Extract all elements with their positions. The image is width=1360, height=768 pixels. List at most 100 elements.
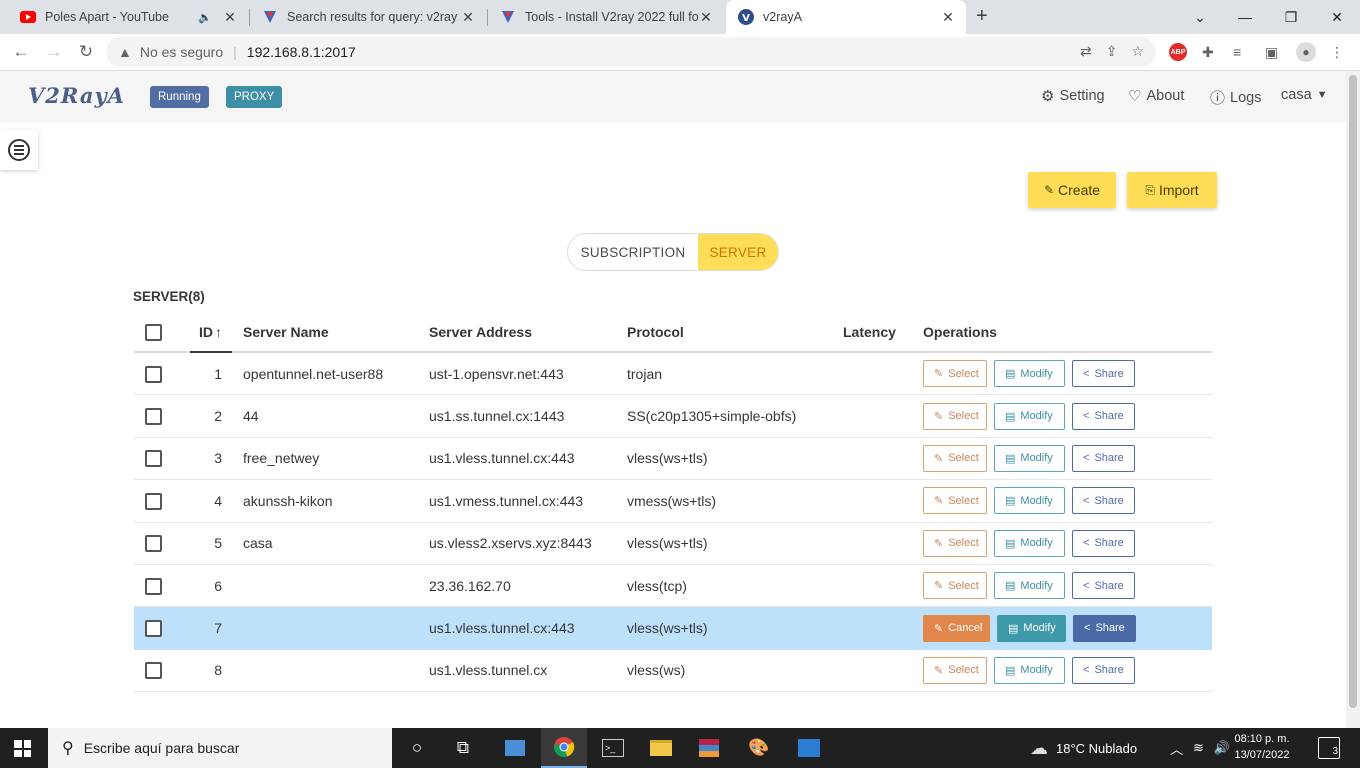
volume-icon[interactable]: 🔊 xyxy=(1214,740,1230,756)
back-icon[interactable]: ← xyxy=(9,40,33,64)
modify-button[interactable]: ▤ Modify xyxy=(994,444,1065,472)
adblock-icon[interactable]: ABP xyxy=(1169,42,1187,62)
cortana-icon[interactable]: ○ xyxy=(394,728,440,768)
weather-widget[interactable]: ☁ 18°C Nublado xyxy=(1030,728,1137,768)
share-button[interactable]: < Share xyxy=(1072,487,1135,515)
select-all-checkbox[interactable] xyxy=(145,323,162,341)
table-row[interactable]: 1 opentunnel.net-user88 ust-1.opensvr.ne… xyxy=(134,353,1212,396)
chrome-icon[interactable] xyxy=(541,728,587,768)
select-button[interactable]: ✎ Select xyxy=(923,360,987,388)
tab-youtube[interactable]: Poles Apart - YouTube 🔈 ✕ xyxy=(8,0,248,34)
table-row[interactable]: 2 44 us1.ss.tunnel.cx:1443 SS(c20p1305+s… xyxy=(134,395,1212,438)
modify-button[interactable]: ▤ Modify xyxy=(994,656,1065,684)
share-button[interactable]: < Share xyxy=(1072,402,1135,430)
close-tab-icon[interactable]: ✕ xyxy=(698,9,714,26)
tab-v2raya[interactable]: V v2rayA ✕ xyxy=(726,0,966,34)
paint-icon[interactable]: 🎨 xyxy=(736,728,782,768)
status-badge[interactable]: Running xyxy=(150,86,209,108)
extensions-icon[interactable]: ✚ xyxy=(1202,42,1214,62)
url-text[interactable]: 192.168.8.1:2017 xyxy=(247,44,356,60)
new-tab-icon[interactable]: + xyxy=(976,5,988,28)
warning-icon[interactable]: ▲ xyxy=(118,44,132,60)
bookmark-star-icon[interactable]: ☆ xyxy=(1131,43,1144,60)
row-checkbox[interactable] xyxy=(145,450,162,468)
row-checkbox[interactable] xyxy=(145,365,162,383)
modify-button[interactable]: ▤ Modify xyxy=(994,402,1065,430)
taskbar-clock[interactable]: 08:10 p. m. 13/07/2022 xyxy=(1232,731,1292,763)
row-checkbox[interactable] xyxy=(145,662,162,680)
windows-start-icon[interactable] xyxy=(14,740,31,757)
profile-avatar[interactable]: ● xyxy=(1296,42,1316,62)
tab-search-results[interactable]: Search results for query: v2ray | F ✕ xyxy=(250,0,486,34)
notifications-icon[interactable]: 3 xyxy=(1318,737,1340,759)
table-row[interactable]: 3 free_netwey us1.vless.tunnel.cx:443 vl… xyxy=(134,438,1212,481)
user-menu[interactable]: casa ▼ xyxy=(1281,87,1328,103)
header-latency[interactable]: Latency xyxy=(843,312,896,351)
row-checkbox[interactable] xyxy=(145,408,162,426)
modify-button[interactable]: ▤ Modify xyxy=(997,614,1066,642)
table-row[interactable]: 5 casa us.vless2.xservs.xyz:8443 vless(w… xyxy=(134,523,1212,565)
task-view-icon[interactable]: ⧉ xyxy=(440,728,486,768)
header-server-name[interactable]: Server Name xyxy=(243,312,329,351)
modify-button[interactable]: ▤ Modify xyxy=(994,360,1065,388)
forward-icon[interactable]: → xyxy=(42,40,66,64)
table-row[interactable]: 6 23.36.162.70 vless(tcp) ✎ Select ▤ Modif… xyxy=(134,565,1212,608)
share-button[interactable]: < Share xyxy=(1072,572,1135,600)
reload-icon[interactable]: ↻ xyxy=(74,40,98,64)
taskbar-search[interactable]: ⚲ Escribe aquí para buscar xyxy=(48,728,392,768)
close-tab-icon[interactable]: ✕ xyxy=(940,9,956,26)
tab-server[interactable]: SERVER xyxy=(698,234,778,270)
minimize-icon[interactable]: — xyxy=(1222,0,1268,34)
terminal-icon[interactable]: >_ xyxy=(590,728,636,768)
close-window-icon[interactable]: ✕ xyxy=(1314,0,1360,34)
restore-icon[interactable]: ❐ xyxy=(1268,0,1314,34)
select-button[interactable]: ✎ Select xyxy=(923,444,987,472)
share-button[interactable]: < Share xyxy=(1072,529,1135,557)
translate-icon[interactable]: ⇄ xyxy=(1080,43,1092,60)
row-checkbox[interactable] xyxy=(145,620,162,638)
row-checkbox[interactable] xyxy=(145,577,162,595)
security-label[interactable]: No es seguro xyxy=(140,44,223,60)
create-button[interactable]: ✎ Create xyxy=(1028,172,1116,208)
close-tab-icon[interactable]: ✕ xyxy=(222,9,238,26)
modify-button[interactable]: ▤ Modify xyxy=(994,572,1065,600)
sidebar-toggle[interactable] xyxy=(0,130,38,170)
scrollbar-thumb[interactable] xyxy=(1349,75,1357,708)
tab-tools-install[interactable]: Tools - Install V2ray 2022 full for ✕ xyxy=(488,0,724,34)
cancel-button[interactable]: ✎ Cancel xyxy=(923,614,990,642)
select-button[interactable]: ✎ Select xyxy=(923,487,987,515)
app-logo[interactable]: V2RayA xyxy=(28,83,125,108)
modify-button[interactable]: ▤ Modify xyxy=(994,529,1065,557)
browser-menu-icon[interactable]: ⋮ xyxy=(1330,42,1344,62)
import-button[interactable]: ⎘ Import xyxy=(1127,172,1217,208)
select-button[interactable]: ✎ Select xyxy=(923,402,987,430)
modify-button[interactable]: ▤ Modify xyxy=(994,487,1065,515)
table-row[interactable]: 7 us1.vless.tunnel.cx:443 vless(ws+tls) … xyxy=(134,607,1212,650)
select-button[interactable]: ✎ Select xyxy=(923,572,987,600)
share-button[interactable]: < Share xyxy=(1072,360,1135,388)
select-button[interactable]: ✎ Select xyxy=(923,529,987,557)
share-button[interactable]: < Share xyxy=(1072,656,1135,684)
close-tab-icon[interactable]: ✕ xyxy=(460,9,476,26)
page-scrollbar[interactable] xyxy=(1346,71,1360,728)
header-protocol[interactable]: Protocol xyxy=(627,312,684,351)
file-explorer-icon[interactable] xyxy=(638,728,684,768)
header-server-address[interactable]: Server Address xyxy=(429,312,532,351)
address-bar[interactable]: ▲ No es seguro | 192.168.8.1:2017 ⇄ ⇪ ☆ xyxy=(106,37,1156,67)
select-button[interactable]: ✎ Select xyxy=(923,656,987,684)
row-checkbox[interactable] xyxy=(145,535,162,553)
photos-icon[interactable] xyxy=(786,728,832,768)
speaker-icon[interactable]: 🔈 xyxy=(198,11,212,24)
app-icon[interactable] xyxy=(492,728,538,768)
table-row[interactable]: 8 us1.vless.tunnel.cx vless(ws) ✎ Select … xyxy=(134,650,1212,693)
share-button[interactable]: < Share xyxy=(1072,444,1135,472)
mode-badge[interactable]: PROXY xyxy=(226,86,283,108)
nav-about[interactable]: ♡ About xyxy=(1128,87,1184,105)
share-page-icon[interactable]: ⇪ xyxy=(1106,43,1118,60)
header-id[interactable]: ID ↑ xyxy=(190,312,232,353)
reading-list-icon[interactable]: ≡ xyxy=(1233,42,1241,62)
tab-search-chevron-icon[interactable]: ⌄ xyxy=(1177,0,1223,34)
tab-subscription[interactable]: SUBSCRIPTION xyxy=(568,234,698,270)
share-button[interactable]: < Share xyxy=(1073,614,1136,642)
nav-setting[interactable]: ⚙ Setting xyxy=(1041,87,1105,105)
